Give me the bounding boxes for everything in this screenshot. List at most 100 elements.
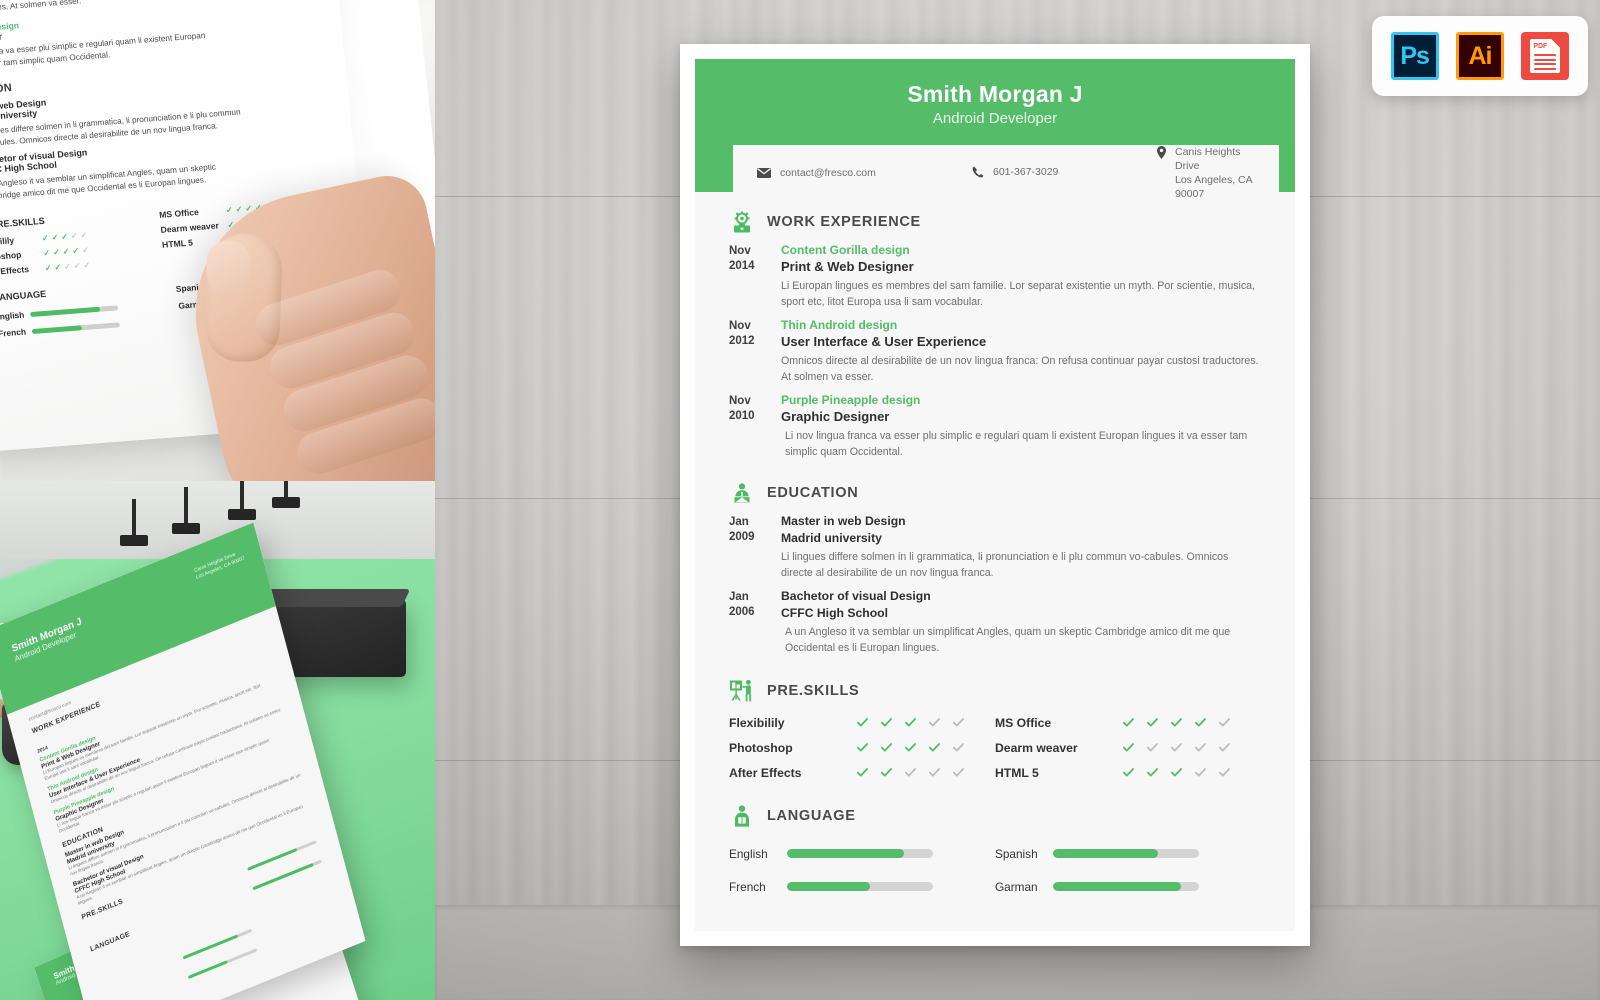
check-tick-icon	[1171, 743, 1182, 752]
section-title-language: LANGUAGE	[767, 808, 856, 824]
paper-language-title: LANGUAGE	[0, 288, 47, 303]
candidate-role: Android Developer	[932, 110, 1058, 127]
briefcase-gear-icon	[729, 209, 755, 235]
check-tick-icon	[881, 768, 892, 777]
education-entry-date: Jan 2006	[729, 591, 755, 618]
check-tick-icon	[1219, 768, 1230, 777]
check-tick-icon	[1147, 718, 1158, 727]
language-row: Spanish	[995, 837, 1261, 870]
mockup-language-bar	[29, 304, 119, 317]
skills-grid: Flexibilily Photoshop After Effects MS Off…	[729, 710, 1261, 785]
contact-email: contact@fresco.com	[757, 166, 972, 181]
skill-rating	[857, 742, 964, 753]
check-tick-icon	[1123, 768, 1134, 777]
check-tick-icon	[881, 718, 892, 727]
work-entry-date: Nov 2012	[729, 320, 755, 347]
check-tick-icon	[1195, 718, 1206, 727]
paper-language-left-rows: English French	[0, 299, 170, 340]
contact-address-text: Canis Heights Drive Los Angeles, CA 9000…	[1175, 145, 1255, 201]
language-label: French	[729, 879, 766, 894]
language-progress-bar	[1053, 849, 1199, 858]
paper-language-left: ● LANGUAGE EnglishFrench	[0, 278, 170, 340]
address-line-1: Canis Heights Drive	[1175, 146, 1241, 172]
envelope-icon	[757, 167, 771, 181]
file-format-badges: Ps Ai PDF	[1372, 16, 1588, 96]
fingers	[250, 264, 435, 481]
contact-email-text: contact@fresco.com	[780, 166, 876, 179]
easel-presenter-icon	[729, 678, 755, 704]
skill-rating	[857, 767, 964, 778]
skill-label: Dearm weaver	[995, 740, 1078, 755]
language-row: French	[729, 870, 995, 903]
mockup-language-bar	[31, 321, 120, 334]
education-entries: Jan 2009 Master in web Design Madrid univer…	[729, 514, 1261, 656]
education-entry: Jan 2006 Bachetor of visual Design CFFC Hig…	[729, 589, 1261, 656]
education-desc: A un Angleso it va semblar un simplifica…	[785, 626, 1231, 654]
check-tick-icon	[1195, 768, 1206, 777]
check-tick-icon	[1171, 718, 1182, 727]
pdf-badge-icon[interactable]: PDF	[1521, 32, 1570, 80]
contact-phone: 601-367-3029	[972, 165, 1157, 181]
pdf-label: PDF	[1533, 43, 1548, 50]
check-tick-icon	[929, 718, 940, 727]
mockup-language-label: French	[0, 326, 27, 339]
wood-wall-scene: Ps Ai PDF Smith Morgan J Android Develop…	[435, 0, 1600, 1000]
education-desc: Li lingues differe solmen in li grammati…	[781, 551, 1229, 579]
photoshop-badge-icon[interactable]: Ps	[1390, 32, 1439, 80]
check-tick-icon	[1147, 743, 1158, 752]
check-tick-icon	[1219, 743, 1230, 752]
mockup-skill-label: Flexibilily	[0, 235, 15, 249]
check-tick-icon	[929, 768, 940, 777]
skill-rating	[1123, 717, 1230, 728]
resume-inner: Smith Morgan J Android Developer contact…	[695, 59, 1295, 931]
skill-rating	[1123, 742, 1230, 753]
check-tick-icon	[953, 768, 964, 777]
person-book-icon	[729, 803, 755, 829]
section-header-work: WORK EXPERIENCE	[729, 209, 1261, 235]
skill-label: Photoshop	[729, 740, 793, 755]
work-entry-role: Print & Web Designer	[781, 259, 914, 274]
mockup-skill-label: Dearm weaver	[160, 220, 220, 235]
language-progress-bar	[787, 882, 933, 891]
work-entry-desc: Omnicos directe al desirabilite de un no…	[781, 355, 1259, 383]
mockup-hand-photo: ecte al desirabilite de un osi traductor…	[0, 0, 435, 481]
work-entries: Nov 2014 Content Gorilla design Print & Web…	[729, 243, 1261, 460]
paper-skills-title: PRE.SKILLS	[0, 215, 46, 230]
candidate-name: Smith Morgan J	[907, 81, 1083, 107]
education-school: Madrid university	[781, 531, 882, 545]
mockup-column: ecte al desirabilite de un osi traductor…	[0, 0, 435, 1000]
paper-skills-left: ▧ PRE.SKILLS Flexibilily✓✓✓✓✓Photoshop✓✓…	[0, 205, 164, 278]
language-column-right: Spanish Garman	[995, 837, 1261, 903]
skill-label: HTML 5	[995, 765, 1039, 780]
check-tick-icon	[1123, 718, 1134, 727]
section-header-education: EDUCATION	[729, 480, 1261, 506]
work-entry: Nov 2014 Content Gorilla design Print & Web…	[729, 243, 1261, 310]
mockup-skill-rating: ✓✓✓✓✓	[44, 259, 91, 273]
mockup-desk-photo: Smith Morgan J Android Developer WORK EX…	[0, 481, 435, 1000]
work-entry-date: Nov 2010	[729, 395, 755, 422]
skills-column-left: Flexibilily Photoshop After Effects	[729, 710, 995, 785]
illustrator-badge-icon[interactable]: Ai	[1455, 32, 1504, 80]
work-entry-desc: Li nov lingua franca va esser plu simpli…	[785, 430, 1248, 458]
mockup-language-label: English	[0, 309, 25, 322]
check-tick-icon	[857, 718, 868, 727]
check-tick-icon	[1171, 768, 1182, 777]
work-entry-date: Nov 2014	[729, 245, 755, 272]
education-entry-date: Jan 2009	[729, 516, 755, 543]
check-tick-icon	[1123, 743, 1134, 752]
skill-row: HTML 5	[995, 760, 1261, 785]
check-tick-icon	[905, 768, 916, 777]
contact-phone-text: 601-367-3029	[993, 166, 1059, 178]
work-entry: Nov 2010 Purple Pineapple design Graphic De…	[729, 393, 1261, 460]
language-progress-bar	[787, 849, 933, 858]
language-label: Garman	[995, 879, 1038, 894]
skill-label: After Effects	[729, 765, 802, 780]
skill-row: Photoshop	[729, 735, 995, 760]
language-progress-bar	[1053, 882, 1199, 891]
skill-rating	[1123, 767, 1230, 778]
language-column-left: English French	[729, 837, 995, 903]
skills-column-right: MS Office Dearm weaver HTML 5	[995, 710, 1261, 785]
work-entry-org: Thin Android design	[781, 318, 898, 332]
work-entry: Nov 2012 Thin Android design User Interface…	[729, 318, 1261, 385]
check-tick-icon	[953, 743, 964, 752]
